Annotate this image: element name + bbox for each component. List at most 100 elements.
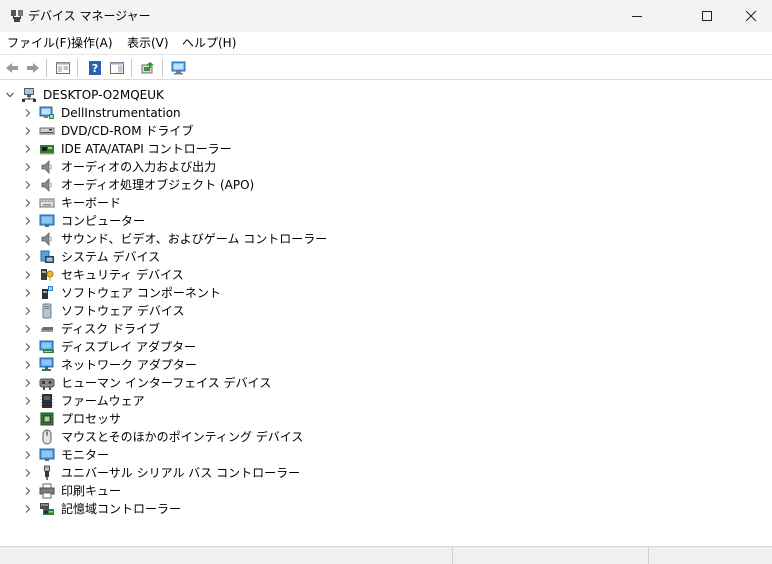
menu-file[interactable]: ファイル(F) (7, 36, 71, 50)
monitor-icon (39, 214, 55, 227)
chevron-right-icon[interactable] (22, 359, 34, 371)
device-manager-icon (11, 10, 23, 22)
monitor-chip-icon (39, 106, 54, 119)
printer-icon (39, 483, 55, 499)
chevron-right-icon[interactable] (22, 197, 34, 209)
tree-item[interactable]: コンピューター (0, 212, 772, 230)
tree-item[interactable]: モニター (0, 446, 772, 464)
tree-item[interactable]: システム デバイス (0, 248, 772, 266)
properties-window-icon (56, 62, 70, 74)
forward-button[interactable] (23, 58, 43, 78)
optical-drive-icon (39, 127, 55, 135)
tree-item[interactable]: マウスとそのほかのポインティング デバイス (0, 428, 772, 446)
chevron-right-icon[interactable] (22, 269, 34, 281)
speaker-icon (41, 160, 52, 174)
device-tree[interactable]: DESKTOP-O2MQEUK DellInstrumentation DVD/C… (0, 86, 772, 544)
status-bar (0, 546, 772, 564)
chevron-right-icon[interactable] (22, 107, 34, 119)
toolbar-separator (77, 59, 78, 77)
title-bar: デバイス マネージャー (0, 0, 772, 32)
tree-item[interactable]: ソフトウェア コンポーネント (0, 284, 772, 302)
tree-item-label: ディスク ドライブ (61, 322, 160, 336)
chevron-right-icon[interactable] (22, 467, 34, 479)
chevron-right-icon[interactable] (22, 449, 34, 461)
chevron-right-icon[interactable] (22, 215, 34, 227)
action-pane-button[interactable] (107, 58, 127, 78)
disk-drive-icon (41, 327, 53, 332)
update-driver-button[interactable] (138, 58, 158, 78)
chevron-right-icon[interactable] (22, 161, 34, 173)
tree-item[interactable]: ユニバーサル シリアル バス コントローラー (0, 464, 772, 482)
tree-item[interactable]: ディスプレイ アダプター (0, 338, 772, 356)
toolbar-separator (131, 59, 132, 77)
tree-item[interactable]: キーボード (0, 194, 772, 212)
chevron-right-icon[interactable] (22, 287, 34, 299)
chevron-right-icon[interactable] (22, 233, 34, 245)
tree-item[interactable]: 記憶域コントローラー (0, 500, 772, 518)
software-component-icon (42, 286, 53, 299)
tree-item[interactable]: オーディオの入力および出力 (0, 158, 772, 176)
forward-icon (27, 63, 39, 73)
tree-item[interactable]: ヒューマン インターフェイス デバイス (0, 374, 772, 392)
tree-item[interactable]: セキュリティ デバイス (0, 266, 772, 284)
tree-item-label: システム デバイス (61, 250, 161, 264)
chevron-right-icon[interactable] (22, 377, 34, 389)
tree-item-label: キーボード (61, 196, 122, 210)
update-driver-icon (141, 62, 154, 74)
menu-help[interactable]: ヘルプ(H) (182, 36, 236, 50)
menu-view[interactable]: 表示(V) (127, 36, 169, 50)
chevron-right-icon[interactable] (22, 179, 34, 191)
tree-item[interactable]: DVD/CD-ROM ドライブ (0, 122, 772, 140)
maximize-button[interactable] (684, 0, 730, 32)
tree-item[interactable]: DellInstrumentation (0, 104, 772, 122)
back-button[interactable] (2, 58, 22, 78)
tree-item-label: ソフトウェア コンポーネント (61, 286, 221, 300)
tree-item-label: コンピューター (61, 214, 146, 228)
chevron-right-icon[interactable] (22, 251, 34, 263)
chevron-right-icon[interactable] (22, 485, 34, 497)
tree-item[interactable]: サウンド、ビデオ、およびゲーム コントローラー (0, 230, 772, 248)
toolbar-separator (46, 59, 47, 77)
hid-icon (39, 378, 55, 390)
menu-bar: ファイル(F) 操作(A) 表示(V) ヘルプ(H) (0, 32, 772, 54)
tree-item-label: ヒューマン インターフェイス デバイス (61, 376, 272, 390)
chevron-right-icon[interactable] (22, 503, 34, 515)
computer-network-icon (22, 88, 36, 102)
tree-item[interactable]: ソフトウェア デバイス (0, 302, 772, 320)
tree-item[interactable]: オーディオ処理オブジェクト (APO) (0, 176, 772, 194)
maximize-icon (702, 11, 712, 21)
tree-item[interactable]: IDE ATA/ATAPI コントローラー (0, 140, 772, 158)
system-device-icon (40, 250, 54, 263)
properties-window-button[interactable] (53, 58, 73, 78)
security-key-icon (41, 269, 54, 281)
tree-item[interactable]: プロセッサ (0, 410, 772, 428)
close-button[interactable] (728, 0, 772, 32)
usb-icon (44, 465, 50, 480)
chevron-down-icon[interactable] (4, 89, 16, 101)
chevron-right-icon[interactable] (22, 143, 34, 155)
tree-item[interactable]: ネットワーク アダプター (0, 356, 772, 374)
chevron-right-icon[interactable] (22, 323, 34, 335)
status-pane (648, 547, 772, 564)
chevron-right-icon[interactable] (22, 413, 34, 425)
chevron-right-icon[interactable] (22, 431, 34, 443)
tree-item-label: DVD/CD-ROM ドライブ (61, 124, 194, 138)
chevron-right-icon[interactable] (22, 395, 34, 407)
tree-root-row[interactable]: DESKTOP-O2MQEUK (0, 86, 772, 104)
chevron-right-icon[interactable] (22, 125, 34, 137)
menu-action[interactable]: 操作(A) (71, 36, 113, 50)
help-button[interactable]: ? (85, 58, 105, 78)
chevron-right-icon[interactable] (22, 305, 34, 317)
scan-hardware-button[interactable] (169, 58, 189, 78)
firmware-icon (40, 394, 54, 408)
processor-icon (40, 412, 54, 426)
tree-item-label: サウンド、ビデオ、およびゲーム コントローラー (61, 232, 328, 246)
chevron-right-icon[interactable] (22, 341, 34, 353)
action-pane-icon (110, 62, 124, 74)
tree-item[interactable]: 印刷キュー (0, 482, 772, 500)
toolbar: ? (0, 54, 772, 80)
minimize-button[interactable] (614, 0, 660, 32)
svg-text:?: ? (92, 62, 98, 75)
tree-item[interactable]: ディスク ドライブ (0, 320, 772, 338)
tree-item[interactable]: ファームウェア (0, 392, 772, 410)
